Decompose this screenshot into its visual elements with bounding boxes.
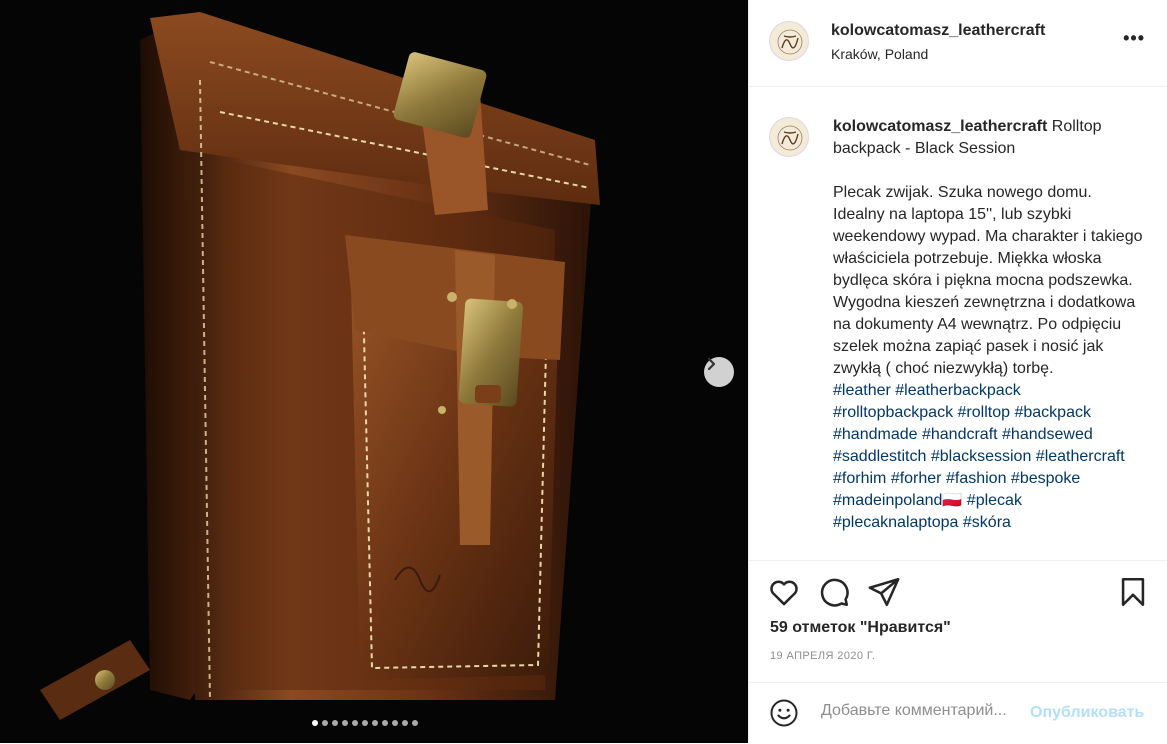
caption-heading: kolowcatomasz_leathercraft Rolltop backp…: [833, 116, 1143, 160]
hashtag-link[interactable]: #handsewed: [1002, 426, 1093, 443]
add-comment-bar: Опубликовать: [749, 682, 1167, 744]
hashtag-link[interactable]: #leatherbackpack: [895, 382, 1020, 399]
carousel-dot: [342, 720, 348, 726]
hashtag-link[interactable]: #forhim: [833, 470, 886, 487]
heart-icon: [770, 580, 798, 606]
hashtag-link[interactable]: #rolltopbackpack: [833, 404, 953, 421]
post-date: 19 АПРЕЛЯ 2020 Г.: [770, 650, 876, 662]
hashtag-link[interactable]: #skóra: [963, 514, 1011, 531]
hashtag-link[interactable]: #saddlestitch: [833, 448, 926, 465]
hashtag-link[interactable]: #blacksession: [931, 448, 1032, 465]
backpack-photo: [0, 0, 748, 743]
carousel-dot: [352, 720, 358, 726]
hashtag-link[interactable]: #leather: [833, 382, 891, 399]
avatar[interactable]: [769, 117, 809, 157]
avatar[interactable]: [769, 21, 809, 61]
carousel-indicator: [312, 720, 418, 726]
hashtag-link[interactable]: #bespoke: [1011, 470, 1080, 487]
comment-input[interactable]: [819, 701, 1033, 721]
brand-logo-icon: [777, 29, 803, 55]
carousel-dot: [322, 720, 328, 726]
location-link[interactable]: Kraków, Poland: [831, 46, 928, 62]
comments-section: kolowcatomasz_leathercraft Rolltop backp…: [749, 87, 1167, 560]
post-actions: 59 отметок "Нравится" 19 АПРЕЛЯ 2020 Г.: [749, 560, 1167, 683]
more-options-icon[interactable]: •••: [1123, 28, 1145, 49]
like-button[interactable]: [767, 575, 801, 609]
carousel-dot: [362, 720, 368, 726]
carousel-dot: [392, 720, 398, 726]
post-media[interactable]: [0, 0, 748, 743]
hashtag-link[interactable]: #plecak: [967, 492, 1022, 509]
hashtag-link[interactable]: #forher: [891, 470, 942, 487]
chevron-right-icon: [707, 357, 716, 371]
save-button[interactable]: [1116, 575, 1150, 609]
carousel-dot: [402, 720, 408, 726]
hashtag-link[interactable]: #fashion: [946, 470, 1007, 487]
hashtag-list: #leather #leatherbackpack #rolltopbackpa…: [833, 380, 1143, 534]
hashtag-link[interactable]: #plecaknalaptopa: [833, 514, 958, 531]
post-sidebar: kolowcatomasz_leathercraft Kraków, Polan…: [748, 0, 1167, 743]
post-header: kolowcatomasz_leathercraft Kraków, Polan…: [749, 0, 1167, 87]
hashtag-link[interactable]: #rolltop: [958, 404, 1010, 421]
publish-button[interactable]: Опубликовать: [1030, 704, 1144, 722]
bookmark-icon: [1121, 577, 1145, 607]
hashtag-link[interactable]: #handmade: [833, 426, 918, 443]
brand-logo-icon: [777, 125, 803, 151]
hashtag-link[interactable]: #handcraft: [922, 426, 998, 443]
hashtag-link[interactable]: #leathercraft: [1036, 448, 1125, 465]
carousel-dot: [332, 720, 338, 726]
likes-count[interactable]: 59 отметок "Нравится": [770, 619, 951, 637]
emoji-button[interactable]: [769, 698, 801, 730]
hashtag-link[interactable]: #backpack: [1014, 404, 1091, 421]
emoji-smile-icon: [770, 699, 798, 727]
post-caption: kolowcatomasz_leathercraft Rolltop backp…: [833, 116, 1143, 534]
paper-plane-icon: [868, 577, 900, 607]
comment-bubble-icon: [820, 578, 849, 607]
caption-username[interactable]: kolowcatomasz_leathercraft: [833, 118, 1047, 135]
username[interactable]: kolowcatomasz_leathercraft: [831, 22, 1045, 40]
carousel-dot: [412, 720, 418, 726]
carousel-dot: [372, 720, 378, 726]
share-button[interactable]: [867, 575, 901, 609]
carousel-dot: [382, 720, 388, 726]
caption-body: Plecak zwijak. Szuka nowego domu. Idealn…: [833, 184, 1147, 377]
hashtag-link[interactable]: #madeinpoland🇵🇱: [833, 492, 962, 509]
carousel-dot: [312, 720, 318, 726]
next-photo-button[interactable]: [704, 357, 734, 387]
comment-button[interactable]: [817, 575, 851, 609]
